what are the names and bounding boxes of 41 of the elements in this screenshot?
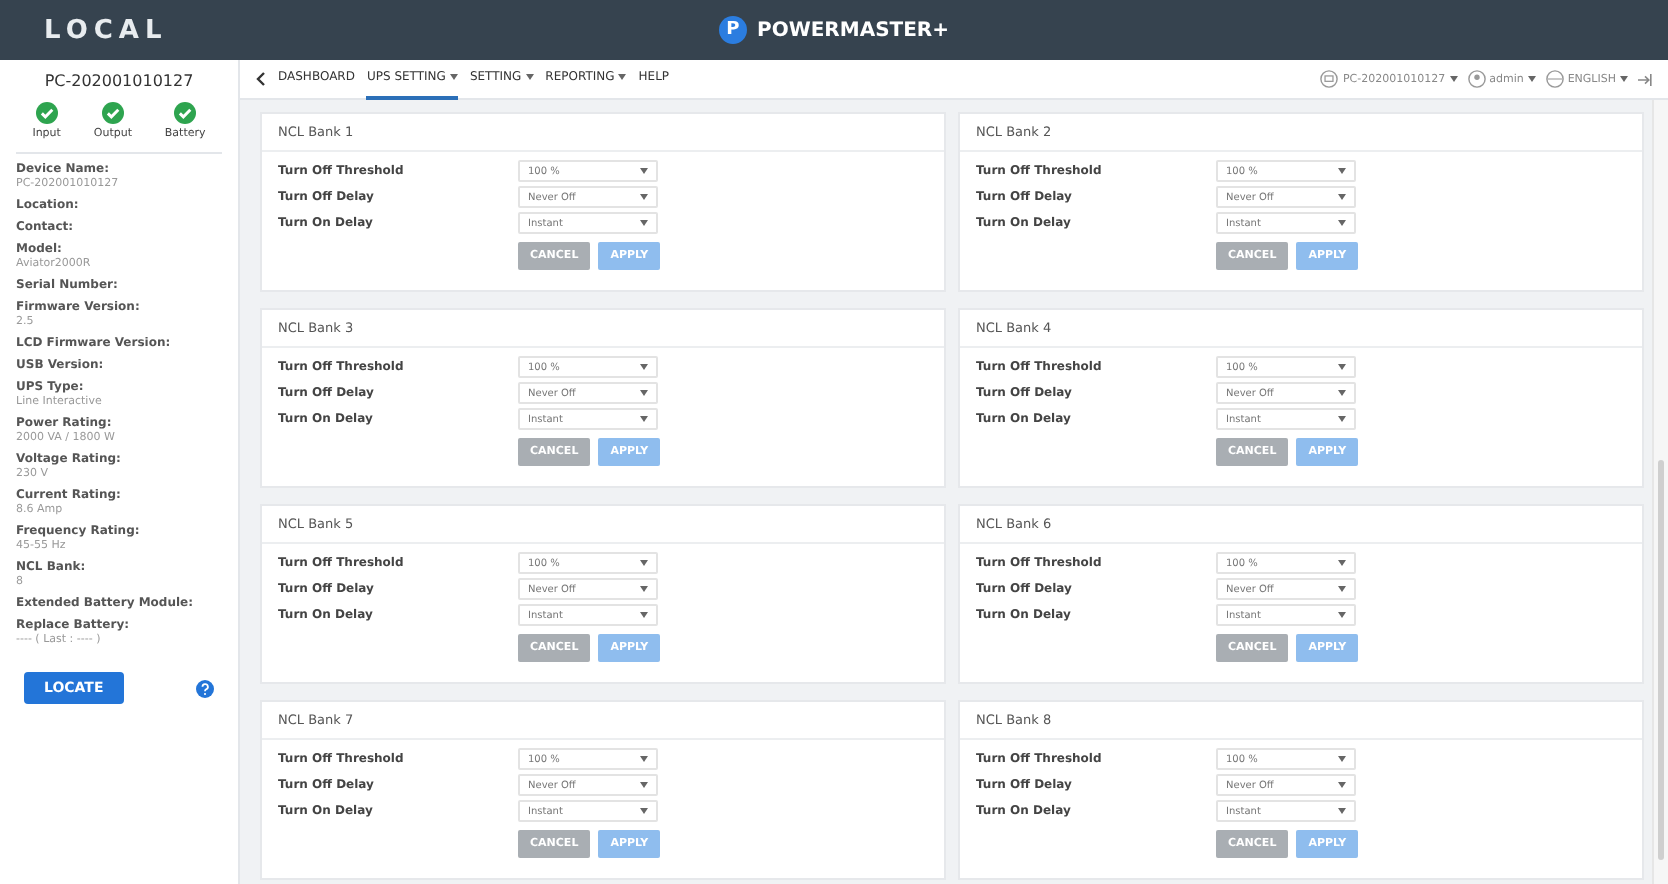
caret-icon (1338, 756, 1346, 762)
caret-icon (1338, 808, 1346, 814)
caret-icon (1338, 364, 1346, 370)
device-title: PC-202001010127 (42, 72, 196, 90)
site-title: LOCAL (44, 15, 168, 45)
caret-icon (640, 560, 648, 566)
caret-icon (1527, 76, 1536, 82)
check-circle-icon (101, 102, 124, 124)
caret-icon (1338, 220, 1346, 226)
scrollbar[interactable] (1652, 100, 1668, 884)
caret-icon (640, 168, 648, 174)
globe-icon (1545, 70, 1564, 88)
check-circle-icon (174, 102, 197, 124)
caret-icon (640, 586, 648, 592)
help-icon[interactable] (196, 679, 214, 697)
caret-icon (1620, 76, 1628, 82)
caret-icon (1338, 612, 1346, 618)
caret-icon (1338, 586, 1346, 592)
caret-icon (1338, 560, 1346, 566)
brand-logo: P (719, 16, 747, 44)
caret-icon (640, 808, 648, 814)
monitor-icon (1320, 70, 1339, 88)
caret-icon (640, 390, 648, 396)
caret-icon (1338, 390, 1346, 396)
logout-icon[interactable] (1638, 73, 1652, 85)
caret-icon (1449, 76, 1458, 82)
caret-icon (640, 194, 648, 200)
caret-icon (1338, 194, 1346, 200)
caret-icon (640, 756, 648, 762)
check-circle-icon (35, 102, 58, 124)
caret-icon (640, 220, 648, 226)
caret-icon (640, 364, 648, 370)
caret-icon (1338, 416, 1346, 422)
brand-name: POWERMASTER+ (757, 19, 949, 41)
caret-icon (640, 416, 648, 422)
user-icon (1467, 70, 1486, 88)
back-icon[interactable] (256, 72, 266, 86)
caret-icon (1338, 782, 1346, 788)
caret-icon (640, 612, 648, 618)
caret-icon (1338, 168, 1346, 174)
caret-icon (640, 782, 648, 788)
